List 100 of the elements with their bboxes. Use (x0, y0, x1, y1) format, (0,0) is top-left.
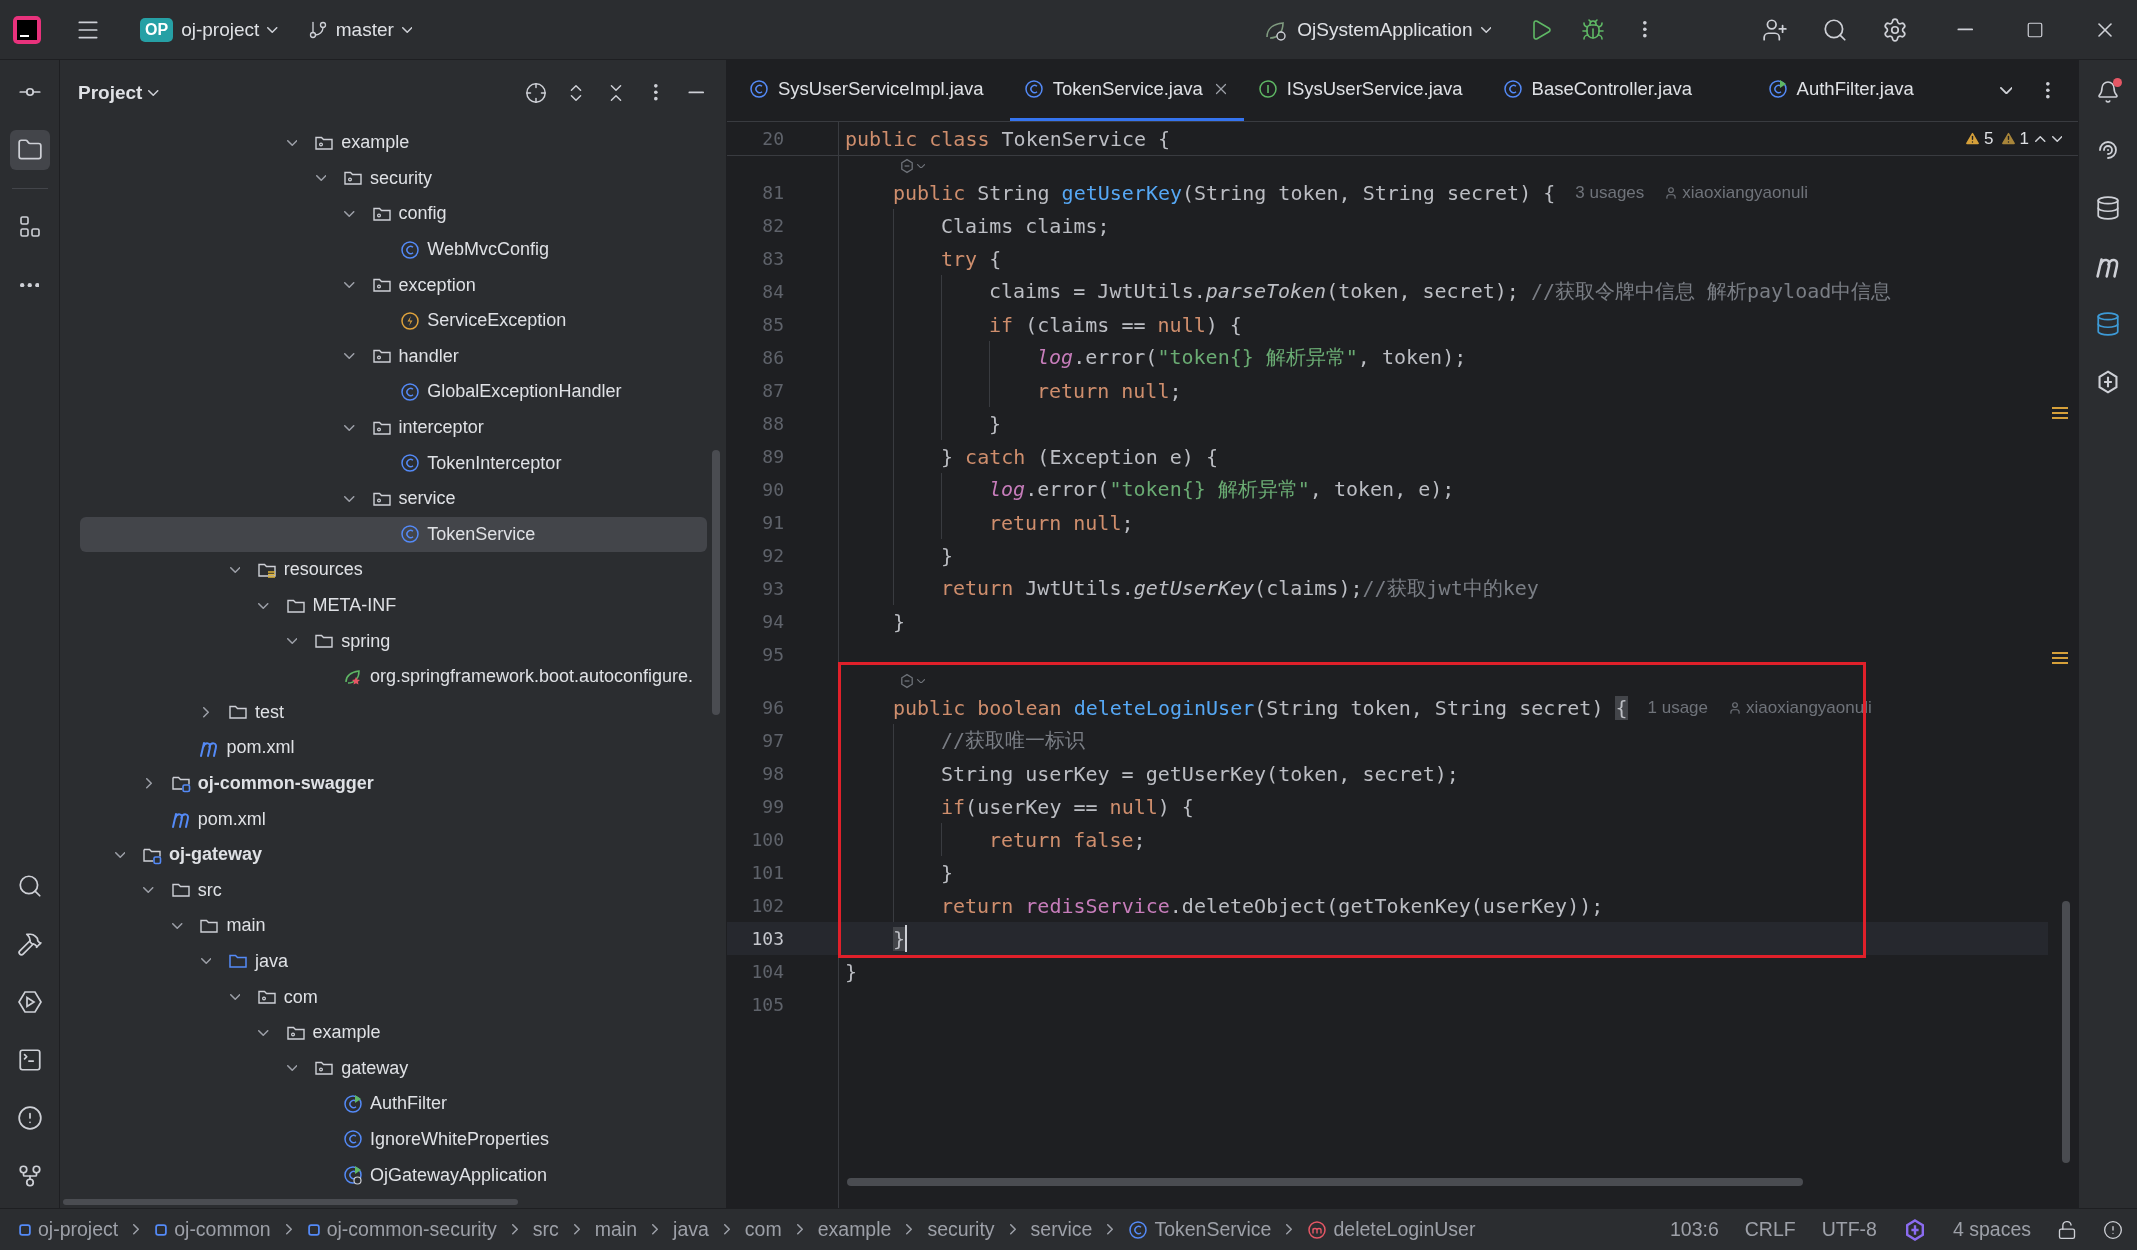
warnings-count[interactable]: 5 (1964, 128, 1994, 149)
services-icon[interactable] (15, 988, 44, 1016)
tree-item[interactable]: pom.xml (80, 801, 707, 837)
chevron-down-icon[interactable] (200, 958, 212, 965)
database-icon[interactable] (2095, 195, 2121, 221)
usages-hint[interactable]: 3 usages (1575, 182, 1645, 203)
tree-item[interactable]: example (80, 1014, 707, 1051)
lock-icon[interactable] (2057, 1219, 2077, 1240)
tree-item[interactable]: GlobalExceptionHandler (80, 374, 707, 410)
more-icon[interactable] (2046, 82, 2050, 99)
chevron-down-icon[interactable] (315, 175, 327, 182)
warning-marker[interactable] (2052, 407, 2068, 419)
tree-item[interactable]: OjGatewayApplication (80, 1157, 707, 1193)
tree-item[interactable]: java (80, 943, 707, 980)
chevron-down-icon[interactable] (344, 353, 355, 360)
database-icon[interactable] (2095, 311, 2121, 337)
chevron-right-icon[interactable] (203, 707, 210, 718)
notifications-icon[interactable] (2096, 80, 2120, 104)
breadcrumb[interactable]: example (817, 1218, 892, 1241)
indent-setting[interactable]: 4 spaces (1952, 1218, 2031, 1241)
search-icon[interactable] (16, 873, 43, 899)
tree-item[interactable]: handler (80, 338, 707, 375)
chevron-down-icon[interactable] (229, 994, 241, 1001)
hammer-icon[interactable] (16, 931, 43, 957)
tree-item[interactable]: oj-common-swagger (80, 765, 707, 802)
terminal-icon[interactable] (16, 1047, 43, 1073)
next-icon[interactable] (2051, 135, 2062, 142)
tree-item[interactable]: com (80, 979, 707, 1015)
tree-item[interactable]: security (80, 160, 707, 197)
tree-item[interactable]: AuthFilter (80, 1086, 707, 1122)
editor-tab[interactable]: BaseController.java (1488, 60, 1754, 121)
scrollbar-thumb[interactable] (63, 1199, 518, 1205)
tree-item[interactable]: org.springframework.boot.autoconfigure. (80, 658, 707, 695)
project-selector[interactable]: OP oj-project (130, 11, 288, 48)
previous-icon[interactable] (2035, 135, 2046, 142)
file-encoding[interactable]: UTF-8 (1821, 1218, 1877, 1241)
chevron-down-icon[interactable] (114, 851, 126, 858)
chevron-down-icon[interactable] (258, 602, 269, 609)
tree-item[interactable]: main (80, 908, 707, 944)
breadcrumb[interactable]: oj-common-security (306, 1218, 497, 1241)
tree-item[interactable]: pom.xml (80, 730, 707, 766)
folder-icon[interactable] (16, 137, 43, 163)
tree-item[interactable]: config (80, 196, 707, 232)
editor-tab[interactable]: AuthFilter.java (1753, 60, 1940, 121)
breadcrumb[interactable]: java (673, 1218, 709, 1241)
breadcrumb[interactable]: src (532, 1218, 559, 1241)
breadcrumb[interactable]: TokenService (1128, 1218, 1272, 1241)
breadcrumb[interactable]: com (744, 1218, 782, 1241)
chevron-down-icon[interactable] (344, 211, 355, 217)
scrollbar-thumb[interactable] (2062, 901, 2070, 1163)
breadcrumb[interactable]: main (594, 1218, 638, 1241)
more-icon[interactable] (19, 282, 40, 288)
problems-icon[interactable] (16, 1105, 43, 1131)
breadcrumb[interactable]: deleteLoginUser (1307, 1218, 1476, 1241)
breadcrumb[interactable]: service (1030, 1218, 1093, 1241)
editor-tab[interactable]: ISysUserService.java (1243, 60, 1489, 121)
chevron-down-icon[interactable] (143, 887, 154, 894)
tree-item[interactable]: WebMvcConfig (80, 231, 707, 268)
tree-item[interactable]: service (80, 480, 707, 517)
more-icon[interactable] (654, 84, 658, 101)
tree-item[interactable]: src (80, 872, 707, 909)
problems-icon[interactable] (2103, 1219, 2123, 1240)
editor-tab[interactable]: TokenService.java (1009, 60, 1244, 121)
tree-item[interactable]: TokenService (80, 516, 707, 553)
scrollbar-thumb[interactable] (712, 450, 720, 715)
tree-item[interactable]: oj-gateway (80, 836, 707, 873)
chevron-down-icon[interactable] (258, 1029, 269, 1036)
chevron-down-icon[interactable] (344, 495, 355, 502)
debug-icon[interactable] (1581, 17, 1605, 42)
locate-icon[interactable] (525, 81, 547, 104)
chevron-right-icon[interactable] (145, 778, 152, 789)
line-separator[interactable]: CRLF (1744, 1218, 1796, 1241)
caret-position[interactable]: 103:6 (1669, 1218, 1719, 1241)
more-icon[interactable] (1643, 21, 1647, 38)
project-view-selector[interactable]: Project (78, 81, 159, 104)
breadcrumb[interactable]: security (927, 1218, 995, 1241)
weak-warnings-count[interactable]: 1 (1999, 128, 2029, 149)
tree-item[interactable]: gateway (80, 1050, 707, 1087)
breadcrumb[interactable]: oj-project (18, 1218, 119, 1241)
tree-item[interactable]: spring (80, 623, 707, 659)
tree-item[interactable]: ServiceException (80, 302, 707, 339)
tree-item[interactable]: example (80, 125, 707, 161)
breadcrumb[interactable]: oj-common (154, 1218, 271, 1241)
warning-marker[interactable] (2052, 652, 2068, 664)
scrollbar-thumb[interactable] (847, 1178, 1803, 1186)
run-config-selector[interactable]: OjSystemApplication (1253, 10, 1501, 49)
branch-selector[interactable]: master (297, 12, 423, 47)
hide-icon[interactable] (687, 91, 705, 94)
chevron-down-icon[interactable] (344, 424, 355, 431)
minimize-icon[interactable] (1956, 28, 1974, 31)
settings-icon[interactable] (1882, 16, 1908, 43)
chevron-down-icon[interactable] (286, 1065, 298, 1072)
chevron-down-icon[interactable] (229, 566, 241, 573)
add-user-icon[interactable] (1762, 16, 1788, 43)
chevron-down-icon[interactable] (286, 139, 298, 146)
chevron-down-icon[interactable] (286, 638, 298, 645)
tree-item[interactable]: META-INF (80, 587, 707, 624)
git-icon[interactable] (16, 1163, 43, 1189)
search-icon[interactable] (1822, 16, 1848, 43)
chevron-down-icon[interactable] (172, 922, 183, 929)
